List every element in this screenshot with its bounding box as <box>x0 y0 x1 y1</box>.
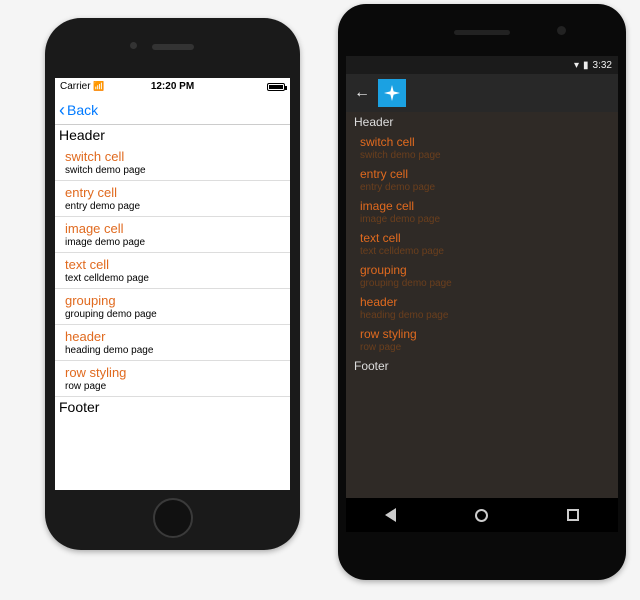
list-header: Header <box>346 112 618 132</box>
android-front-camera <box>557 26 566 35</box>
list-item[interactable]: switch cell switch demo page <box>55 145 290 181</box>
list-item[interactable]: grouping grouping demo page <box>55 289 290 325</box>
list-item-title: image cell <box>360 199 604 213</box>
list-item-title: row styling <box>65 365 280 380</box>
list-item-detail: entry demo page <box>65 201 280 212</box>
list-item-title: grouping <box>65 293 280 308</box>
list-item-title: switch cell <box>65 149 280 164</box>
android-status-bar: ▾ ▮ 3:32 <box>346 56 618 74</box>
iphone-camera <box>130 42 137 49</box>
xamarin-logo-icon <box>378 79 406 107</box>
ios-clock: 12:20 PM <box>55 81 290 92</box>
list-item[interactable]: text cell text celldemo page <box>55 253 290 289</box>
list-item-title: text cell <box>360 231 604 245</box>
list-item-detail: heading demo page <box>65 345 280 356</box>
android-device-frame: ▾ ▮ 3:32 ← Header switch cell switch dem… <box>338 4 626 580</box>
iphone-speaker <box>152 44 194 50</box>
list-item-title: row styling <box>360 327 604 341</box>
list-item-detail: image demo page <box>360 214 604 225</box>
iphone-screen: Carrier 12:20 PM ‹ Back Header switch ce… <box>55 78 290 490</box>
list-item-title: switch cell <box>360 135 604 149</box>
list-item-title: entry cell <box>65 185 280 200</box>
list-item[interactable]: image cell image demo page <box>346 196 618 228</box>
home-button[interactable] <box>153 498 193 538</box>
list-item[interactable]: header heading demo page <box>346 292 618 324</box>
list-footer: Footer <box>55 397 290 417</box>
battery-icon: ▮ <box>583 60 589 71</box>
android-back-button[interactable] <box>385 508 396 522</box>
list-footer: Footer <box>346 356 618 376</box>
list-item-detail: grouping demo page <box>360 278 604 289</box>
list-item-detail: image demo page <box>65 237 280 248</box>
list-item[interactable]: header heading demo page <box>55 325 290 361</box>
list-item[interactable]: switch cell switch demo page <box>346 132 618 164</box>
list-item[interactable]: image cell image demo page <box>55 217 290 253</box>
android-app-bar: ← <box>346 74 618 112</box>
android-nav-bar <box>346 498 618 532</box>
iphone-device-frame: Carrier 12:20 PM ‹ Back Header switch ce… <box>45 18 300 550</box>
ios-listview: switch cell switch demo page entry cell … <box>55 145 290 397</box>
ios-status-bar: Carrier 12:20 PM <box>55 78 290 95</box>
list-item-title: header <box>360 295 604 309</box>
list-item-detail: grouping demo page <box>65 309 280 320</box>
back-arrow-icon[interactable]: ← <box>354 84 370 102</box>
ios-navigation-bar: ‹ Back <box>55 95 290 125</box>
list-item-detail: text celldemo page <box>360 246 604 257</box>
list-item-title: grouping <box>360 263 604 277</box>
battery-icon <box>267 83 285 91</box>
chevron-left-icon: ‹ <box>59 101 65 119</box>
android-clock: 3:32 <box>593 60 612 71</box>
list-item-detail: switch demo page <box>360 150 604 161</box>
back-label: Back <box>67 102 98 118</box>
back-button[interactable]: ‹ Back <box>59 101 98 119</box>
list-item-detail: entry demo page <box>360 182 604 193</box>
list-item-title: image cell <box>65 221 280 236</box>
list-item-title: header <box>65 329 280 344</box>
android-listview: switch cell switch demo page entry cell … <box>346 132 618 356</box>
android-home-button[interactable] <box>475 509 488 522</box>
list-header: Header <box>55 125 290 145</box>
list-item[interactable]: row styling row page <box>346 324 618 356</box>
list-item-detail: row page <box>65 381 280 392</box>
list-item-title: entry cell <box>360 167 604 181</box>
list-item-title: text cell <box>65 257 280 272</box>
list-item[interactable]: entry cell entry demo page <box>55 181 290 217</box>
wifi-icon: ▾ <box>574 60 579 71</box>
list-item-detail: heading demo page <box>360 310 604 321</box>
list-item[interactable]: text cell text celldemo page <box>346 228 618 260</box>
android-earpiece <box>454 30 510 35</box>
list-item-detail: row page <box>360 342 604 353</box>
list-item[interactable]: row styling row page <box>55 361 290 397</box>
list-item[interactable]: entry cell entry demo page <box>346 164 618 196</box>
android-screen: ▾ ▮ 3:32 ← Header switch cell switch dem… <box>346 56 618 532</box>
list-item-detail: switch demo page <box>65 165 280 176</box>
android-recent-button[interactable] <box>567 509 579 521</box>
list-item-detail: text celldemo page <box>65 273 280 284</box>
list-item[interactable]: grouping grouping demo page <box>346 260 618 292</box>
